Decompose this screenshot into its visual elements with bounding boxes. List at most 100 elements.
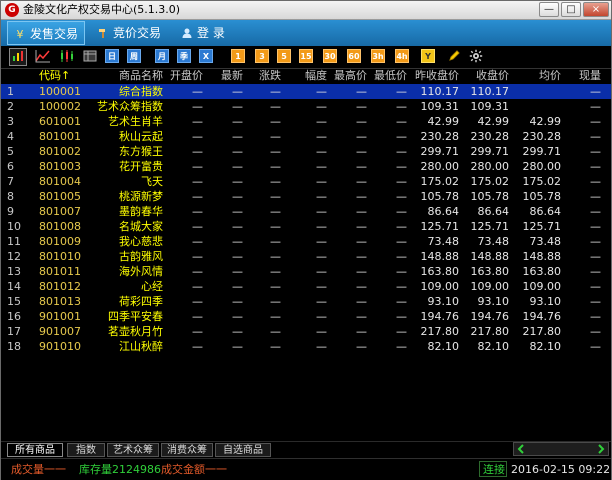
trend-button[interactable] — [35, 49, 51, 63]
table-row[interactable]: 17 901007 茗壶秋月竹 — — — — — — 217.80 217.80 217.80 — — [1, 324, 611, 339]
interval-3h-button[interactable]: 3h — [371, 49, 385, 63]
table-row[interactable]: 16 901001 四季平安春 — — — — — — 194.76 194.76 194.76 — — [1, 309, 611, 324]
cell-pct: — — [316, 175, 327, 188]
interval-30-button[interactable]: 30 — [323, 49, 337, 63]
col-close[interactable]: 收盘价 — [465, 69, 509, 83]
cell-prev: 109.31 — [420, 100, 460, 113]
interval-y-button[interactable]: Y — [421, 49, 435, 63]
interval-60-button[interactable]: 60 — [347, 49, 361, 63]
title-bar[interactable]: G 金陵文化产权交易中心(5.1.3.0) — □ × — [1, 1, 611, 20]
interval-5-button[interactable]: 5 — [277, 49, 291, 63]
table-row[interactable]: 1 100001 综合指数 — — — — — — 110.17 110.17 — — [1, 84, 611, 99]
cell-idx: 14 — [7, 280, 21, 293]
cell-idx: 17 — [7, 325, 21, 338]
scroll-right-button[interactable] — [595, 443, 607, 455]
col-change[interactable]: 涨跌 — [245, 69, 281, 83]
table-row[interactable]: 10 801008 名城大家 — — — — — — 125.71 125.71 125.71 — — [1, 219, 611, 234]
table-row[interactable]: 7 801004 飞天 — — — — — — 175.02 175.02 175.02 — — [1, 174, 611, 189]
cell-code: 801001 — [39, 130, 81, 143]
cell-name: 艺术众筹指数 — [97, 100, 163, 113]
table-row[interactable]: 4 801001 秋山云起 — — — — — — 230.28 230.28 230.28 — — [1, 129, 611, 144]
cell-last: — — [232, 250, 243, 263]
cell-high: — — [356, 295, 367, 308]
period-month-button[interactable]: 月 — [155, 49, 169, 63]
interval-1-button[interactable]: 1 — [231, 49, 245, 63]
cell-prev: 148.88 — [420, 250, 460, 263]
tab-watchlist[interactable]: 自选商品 — [215, 443, 271, 457]
cell-low: — — [396, 160, 407, 173]
table-row[interactable]: 8 801005 桃源新梦 — — — — — — 105.78 105.78 105.78 — — [1, 189, 611, 204]
period-day-button[interactable]: 日 — [105, 49, 119, 63]
connection-status[interactable]: 连接 — [483, 462, 505, 477]
table-row[interactable]: 2 100002 艺术众筹指数 — — — — — — 109.31 109.31 — — [1, 99, 611, 114]
col-low[interactable]: 最低价 — [369, 69, 407, 83]
quote-list-button[interactable] — [83, 49, 97, 63]
cell-idx: 4 — [7, 130, 14, 143]
cell-open: — — [192, 205, 203, 218]
table-row[interactable]: 12 801010 古韵雅风 — — — — — — 148.88 148.88 148.88 — — [1, 249, 611, 264]
interval-15-button[interactable]: 15 — [299, 49, 313, 63]
interval-3-button[interactable]: 3 — [255, 49, 269, 63]
cell-prev: 42.99 — [427, 115, 460, 128]
col-last[interactable]: 最新 — [205, 69, 243, 83]
col-name[interactable]: 商品名称 — [93, 69, 163, 83]
table-row[interactable]: 9 801007 墨韵春华 — — — — — — 86.64 86.64 86.64 — — [1, 204, 611, 219]
cell-chg: — — [270, 160, 281, 173]
bar-chart-button[interactable] — [9, 48, 27, 66]
close-button[interactable]: × — [583, 2, 609, 17]
candles-button[interactable] — [59, 49, 75, 63]
table-row[interactable]: 13 801011 海外风情 — — — — — — 163.80 163.80 163.80 — — [1, 264, 611, 279]
tab-all-products[interactable]: 所有商品 — [7, 443, 63, 457]
table-row[interactable]: 5 801002 东方猴王 — — — — — — 299.71 299.71 299.71 — — [1, 144, 611, 159]
cell-low: — — [396, 280, 407, 293]
cell-vol: — — [590, 130, 601, 143]
tab-art-crowdfunding[interactable]: 艺术众筹 — [107, 443, 159, 457]
cell-vol: — — [590, 325, 601, 338]
settings-button[interactable] — [469, 49, 483, 63]
interval-4h-button[interactable]: 4h — [395, 49, 409, 63]
col-high[interactable]: 最高价 — [329, 69, 367, 83]
cell-name: 桃源新梦 — [119, 190, 163, 203]
table-row[interactable]: 3 601001 艺术生肖羊 — — — — — — 42.99 42.99 42.99 — — [1, 114, 611, 129]
tab-consumer-crowdfunding[interactable]: 消费众筹 — [161, 443, 213, 457]
cell-vol: — — [590, 265, 601, 278]
cell-prev: 280.00 — [420, 160, 460, 173]
minimize-button[interactable]: — — [539, 2, 559, 17]
table-row[interactable]: 15 801013 荷彩四季 — — — — — — 93.10 93.10 93.10 — — [1, 294, 611, 309]
cell-prev: 230.28 — [420, 130, 460, 143]
maximize-button[interactable]: □ — [561, 2, 581, 17]
cell-avg: 125.71 — [522, 220, 562, 233]
candlestick-icon — [61, 50, 73, 62]
cell-chg: — — [270, 250, 281, 263]
cell-prev: 175.02 — [420, 175, 460, 188]
period-x-button[interactable]: X — [199, 49, 213, 63]
horizontal-scrollbar[interactable] — [513, 442, 609, 456]
col-percent[interactable]: 幅度 — [285, 69, 327, 83]
window-controls: — □ × — [539, 2, 609, 17]
table-row[interactable]: 14 801012 心经 — — — — — — 109.00 109.00 109.00 — — [1, 279, 611, 294]
period-week-button[interactable]: 周 — [127, 49, 141, 63]
table-row[interactable]: 18 901010 江山秋醉 — — — — — — 82.10 82.10 82.10 — — [1, 339, 611, 354]
cell-low: — — [396, 340, 407, 353]
cell-name: 海外风情 — [119, 265, 163, 278]
col-average[interactable]: 均价 — [515, 69, 561, 83]
cell-idx: 15 — [7, 295, 21, 308]
cell-code: 801011 — [39, 265, 81, 278]
col-volume[interactable]: 现量 — [567, 69, 601, 83]
cell-vol: — — [590, 160, 601, 173]
edit-button[interactable] — [447, 49, 461, 63]
cell-chg: — — [270, 115, 281, 128]
period-quarter-button[interactable]: 季 — [177, 49, 191, 63]
table-row[interactable]: 11 801009 我心慈悲 — — — — — — 73.48 73.48 73.48 — — [1, 234, 611, 249]
table-row[interactable]: 6 801003 花开富贵 — — — — — — 280.00 280.00 280.00 — — [1, 159, 611, 174]
cell-code: 801009 — [39, 235, 81, 248]
scroll-left-button[interactable] — [515, 443, 527, 455]
tab-fashou[interactable]: ¥ 发售交易 — [7, 21, 85, 45]
col-code[interactable]: 代码↑ — [39, 69, 83, 83]
tab-login[interactable]: 登 录 — [175, 21, 251, 45]
col-open[interactable]: 开盘价 — [167, 69, 203, 83]
tab-index[interactable]: 指数 — [67, 443, 105, 457]
cell-chg: — — [270, 235, 281, 248]
col-prev-close[interactable]: 昨收盘价 — [409, 69, 459, 83]
tab-jingjia[interactable]: 竞价交易 — [91, 21, 169, 45]
